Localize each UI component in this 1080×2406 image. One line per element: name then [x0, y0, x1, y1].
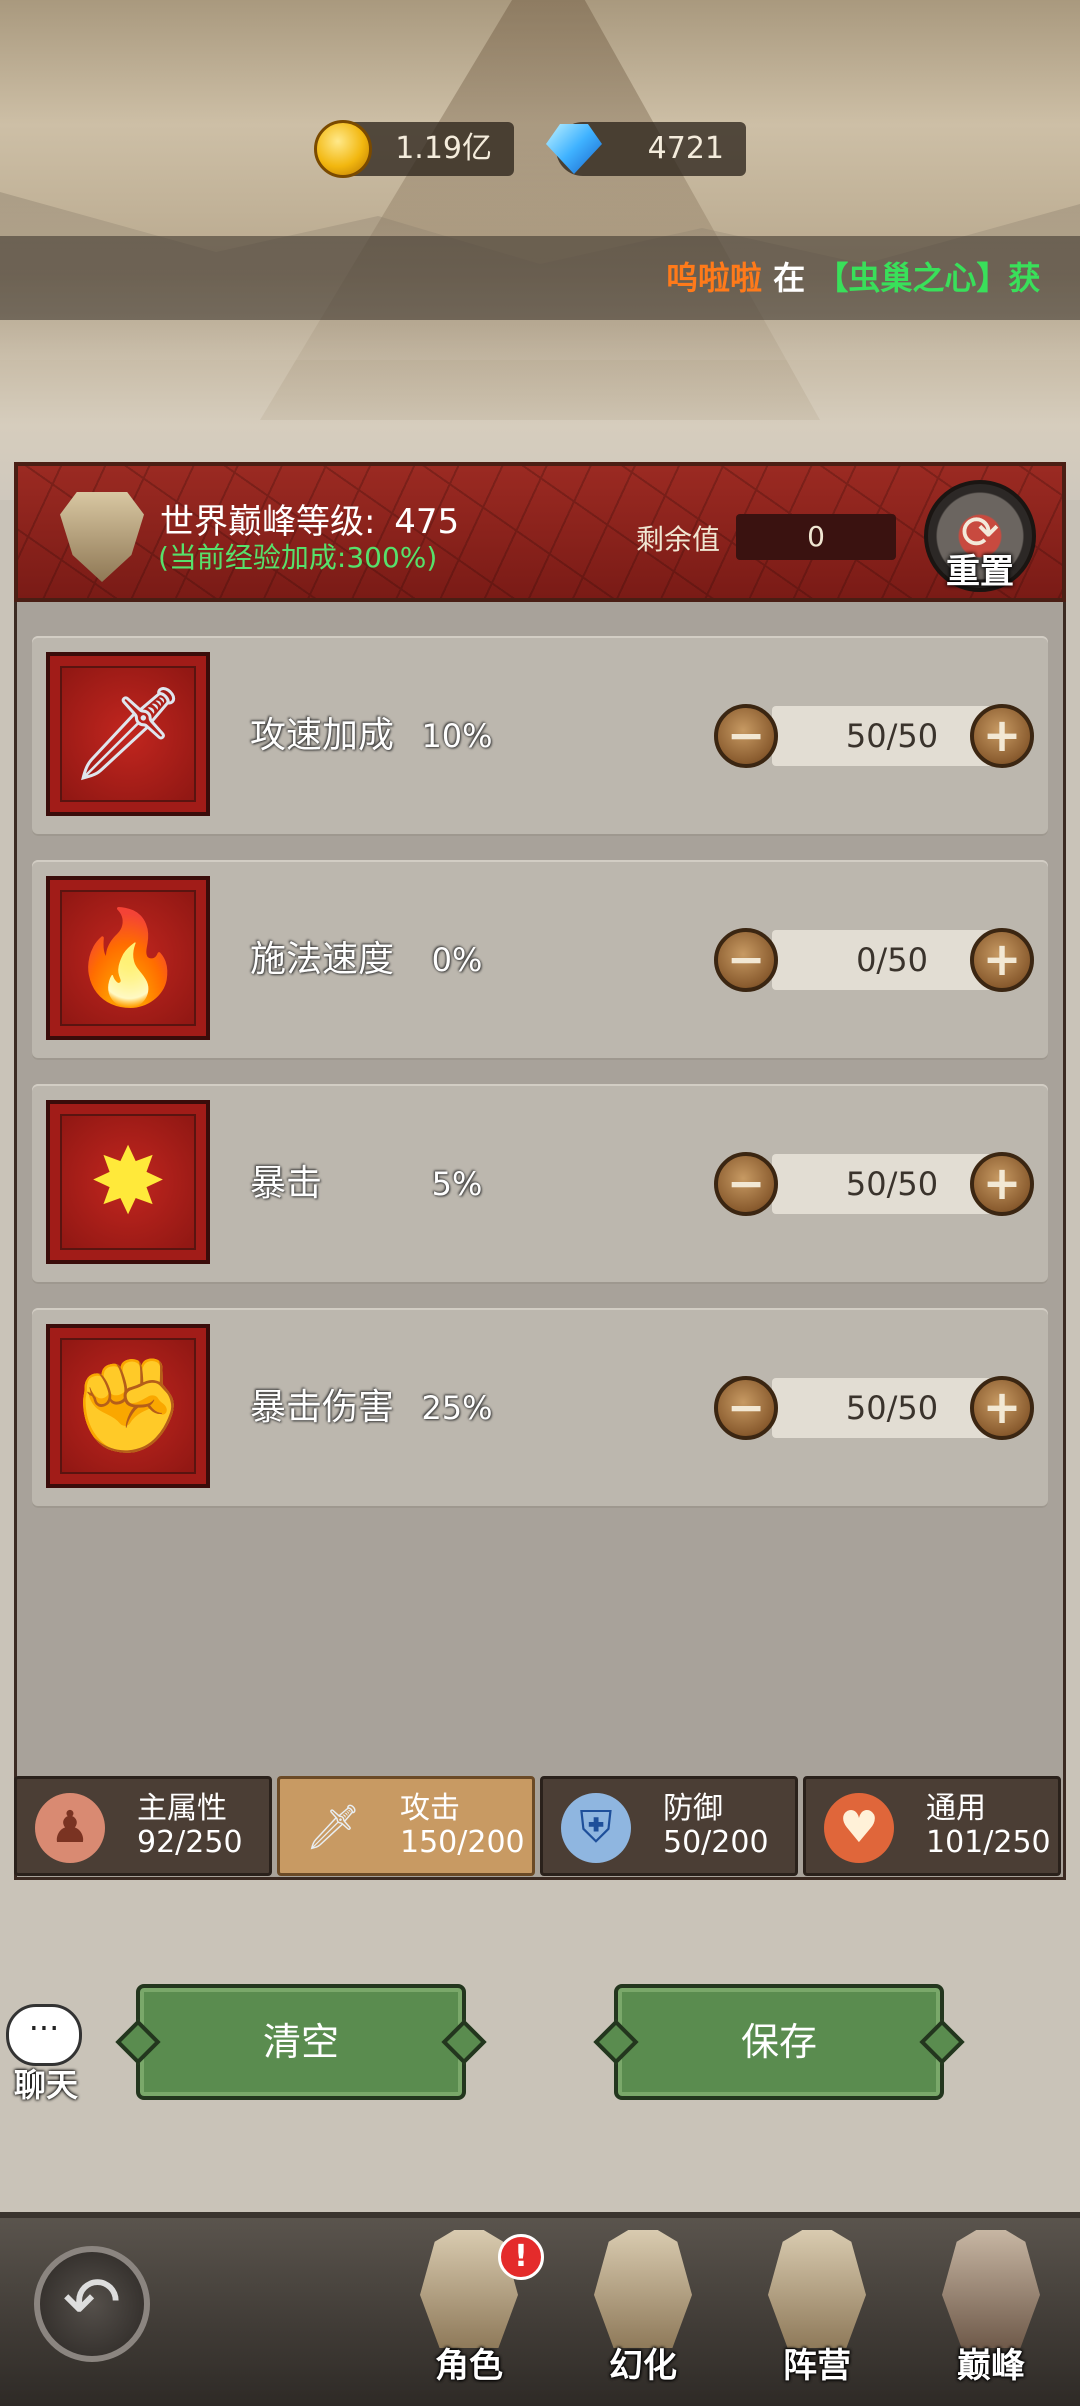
stat-row-crit-damage: ✊ 暴击伤害 25% 50/50 − +	[32, 1308, 1048, 1508]
ticker-place: 【虫巢之心】	[816, 259, 1009, 297]
stat-row-crit: ✸ 暴击 5% 50/50 − +	[32, 1084, 1048, 1284]
bottom-nav	[0, 2212, 1080, 2406]
notification-badge: !	[498, 2234, 544, 2280]
mask-icon	[594, 2230, 692, 2348]
button-cap-right	[441, 2019, 487, 2065]
tab-progress: 50/200	[663, 1825, 769, 1860]
gem-value: 4721	[647, 131, 724, 166]
sword-lightning-icon: 🗡	[46, 652, 210, 816]
decrease-button[interactable]: −	[714, 1152, 778, 1216]
nav-label: 巅峰	[957, 2346, 1025, 2386]
nav-label: 阵营	[783, 2346, 851, 2386]
tab-defense[interactable]: ⛨ 防御 50/200	[540, 1776, 798, 1876]
tab-label: 通用	[926, 1791, 986, 1826]
fist-burst-icon: ✊	[46, 1324, 210, 1488]
reset-label[interactable]: 重置	[924, 544, 1036, 593]
stat-row-attack-speed: 🗡 攻速加成 10% 50/50 − +	[32, 636, 1048, 836]
burst-icon: ✸	[46, 1100, 210, 1264]
save-button[interactable]: 保存	[593, 1984, 965, 2100]
ticker-user: 呜啦啦	[666, 259, 763, 297]
nav-faction[interactable]: 阵营	[752, 2226, 882, 2396]
gold-value: 1.19亿	[395, 131, 492, 166]
tab-general[interactable]: ♥ 通用 101/250	[803, 1776, 1061, 1876]
stat-percent: 5%	[431, 1165, 483, 1203]
broadcast-ticker: 呜啦啦 在 【虫巢之心】获	[0, 236, 1080, 320]
button-cap-right	[919, 2019, 965, 2065]
ticker-word: 在	[773, 259, 806, 297]
decrease-button[interactable]: −	[714, 928, 778, 992]
stat-percent: 0%	[431, 941, 483, 979]
body-icon: ♟	[35, 1793, 105, 1863]
remain-label: 剩余值	[636, 523, 721, 556]
button-cap-left	[115, 2019, 161, 2065]
dragon-crest-icon	[942, 2230, 1040, 2348]
increase-button[interactable]: +	[970, 704, 1034, 768]
ticker-tail: 获	[1008, 259, 1041, 297]
nav-peak[interactable]: 巅峰	[926, 2226, 1056, 2396]
flame-lightning-icon: 🔥	[46, 876, 210, 1040]
chat-label[interactable]: 聊天	[6, 2060, 86, 2106]
stat-percent: 10%	[421, 717, 493, 755]
sword-icon: 🗡	[305, 1802, 361, 1853]
increase-button[interactable]: +	[970, 1376, 1034, 1440]
chat-icon[interactable]: ···	[6, 2004, 82, 2066]
shield-icon: ⛨	[561, 1793, 631, 1863]
ticker-text: 呜啦啦 在 【虫巢之心】获	[666, 236, 1040, 320]
stat-name: 暴击	[250, 1163, 323, 1204]
decrease-button[interactable]: −	[714, 1376, 778, 1440]
clear-label: 清空	[262, 2020, 339, 2064]
save-label: 保存	[740, 2020, 817, 2064]
increase-button[interactable]: +	[970, 1152, 1034, 1216]
stat-percent: 25%	[421, 1389, 493, 1427]
stat-row-cast-speed: 🔥 施法速度 0% 0/50 − +	[32, 860, 1048, 1060]
nav-label: 角色	[435, 2346, 503, 2386]
nav-transform[interactable]: 幻化	[578, 2226, 708, 2396]
tab-progress: 150/200	[400, 1825, 525, 1860]
heart-icon: ♥	[824, 1793, 894, 1863]
clear-button[interactable]: 清空	[115, 1984, 487, 2100]
back-arrow-icon[interactable]: ↶	[34, 2246, 150, 2362]
tab-label: 主属性	[137, 1791, 227, 1826]
tab-progress: 92/250	[137, 1825, 243, 1860]
chat-dots: ···	[28, 2009, 60, 2047]
exp-bonus: (当前经验加成:300%)	[158, 541, 438, 574]
remain-value: 0	[736, 514, 896, 560]
banner-icon	[768, 2230, 866, 2348]
tab-label: 攻击	[400, 1791, 460, 1826]
nav-label: 幻化	[609, 2346, 677, 2386]
tab-main-attributes[interactable]: ♟ 主属性 92/250	[14, 1776, 272, 1876]
tab-progress: 101/250	[926, 1825, 1051, 1860]
tab-attack[interactable]: 🗡 攻击 150/200	[277, 1776, 535, 1876]
increase-button[interactable]: +	[970, 928, 1034, 992]
button-cap-left	[593, 2019, 639, 2065]
decrease-button[interactable]: −	[714, 704, 778, 768]
tab-label: 防御	[663, 1791, 723, 1826]
gold-coin-icon	[314, 120, 372, 178]
